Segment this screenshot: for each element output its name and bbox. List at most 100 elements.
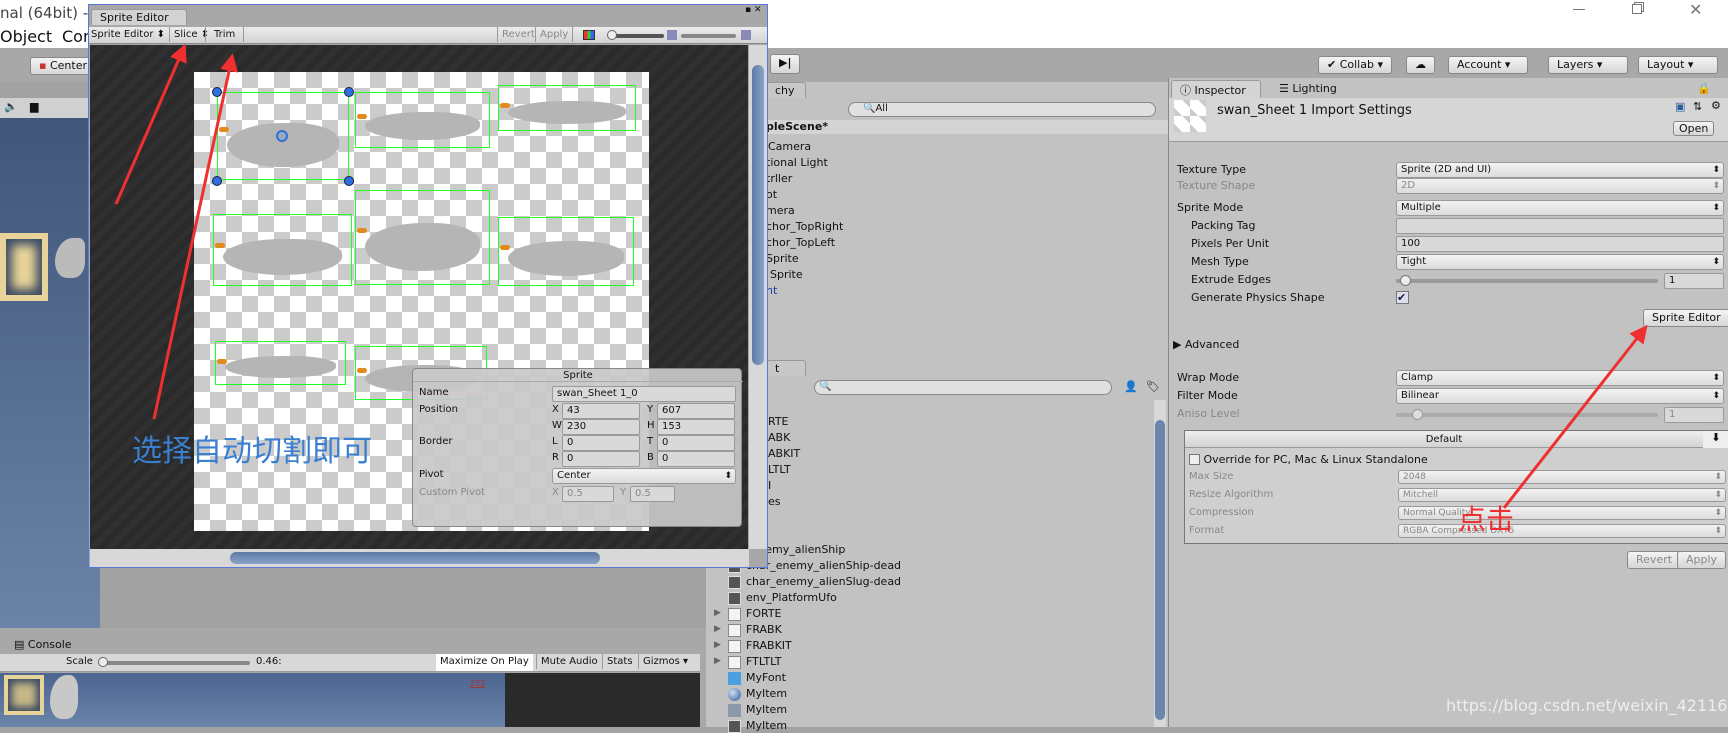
filter-type-icon[interactable]: 👤 bbox=[1124, 380, 1138, 393]
lock-icon[interactable]: 🔒 bbox=[1697, 82, 1711, 95]
preset-icon[interactable]: ⇅ bbox=[1693, 100, 1702, 113]
maximize-icon[interactable]: ▪ ✕ bbox=[745, 5, 762, 15]
hierarchy-item[interactable]: Sprite bbox=[766, 252, 799, 265]
maximize-on-play-toggle[interactable]: Maximize On Play bbox=[436, 654, 533, 671]
generate-physics-shape-checkbox[interactable]: ✔ bbox=[1396, 291, 1409, 304]
account-button[interactable]: Account ▾ bbox=[1448, 56, 1528, 74]
custom-pivot-y[interactable]: 0.5 bbox=[630, 486, 675, 502]
l-field[interactable]: 0 bbox=[562, 435, 640, 451]
cloud-button[interactable]: ☁ bbox=[1406, 56, 1435, 74]
expand-arrow-icon[interactable]: ▶ bbox=[714, 640, 721, 650]
platform-row-dropdown[interactable]: 2048 bbox=[1398, 470, 1726, 484]
restore-icon[interactable] bbox=[1632, 4, 1642, 14]
project-item[interactable]: MyItem bbox=[746, 703, 787, 716]
project-item[interactable]: FTLTLT bbox=[746, 655, 782, 668]
row-dropdown[interactable]: 2D bbox=[1396, 178, 1724, 194]
project-item[interactable]: ABKIT bbox=[768, 447, 800, 460]
slider-thumb[interactable] bbox=[98, 657, 108, 667]
name-field[interactable]: swan_Sheet 1_0 bbox=[552, 386, 736, 402]
sprite-rect[interactable] bbox=[355, 92, 490, 148]
slider-thumb[interactable] bbox=[607, 30, 617, 40]
scene-header[interactable]: pleScene* bbox=[766, 120, 1168, 134]
tab-sprite-editor[interactable]: Sprite Editor bbox=[91, 9, 187, 25]
vertical-scrollbar[interactable] bbox=[749, 45, 767, 549]
aniso-level-slider[interactable] bbox=[1396, 409, 1658, 420]
project-item[interactable]: char_enemy_alienSlug-dead bbox=[746, 575, 901, 588]
platform-tab-default[interactable]: Default bbox=[1185, 431, 1703, 448]
w-field[interactable]: 230 bbox=[562, 419, 640, 435]
collab-button[interactable]: ✔ Collab ▾ bbox=[1318, 56, 1392, 74]
project-item[interactable]: char_enemy_alienShip-dead bbox=[746, 559, 901, 572]
sprite-editor-button[interactable]: Sprite Editor bbox=[1643, 309, 1728, 327]
hierarchy-item[interactable]: Sprite bbox=[770, 268, 803, 281]
hierarchy-item[interactable]: chor_TopRight bbox=[766, 220, 843, 233]
color-channel-icon[interactable] bbox=[583, 30, 595, 40]
project-item[interactable]: LTLT bbox=[768, 463, 791, 476]
x-field[interactable]: 43 bbox=[562, 403, 640, 419]
hierarchy-item[interactable]: trller bbox=[766, 172, 792, 185]
resize-handle[interactable] bbox=[344, 87, 354, 97]
scale-slider[interactable] bbox=[98, 657, 250, 667]
revert-button[interactable]: Revert bbox=[1627, 551, 1682, 569]
help-icon[interactable]: ▣ bbox=[1675, 100, 1685, 113]
revert-button[interactable]: Revert bbox=[497, 27, 539, 42]
close-icon[interactable]: ✕ bbox=[1689, 0, 1702, 19]
step-button[interactable]: ▶| bbox=[770, 54, 801, 74]
center-button[interactable]: ▪ Center bbox=[30, 57, 96, 75]
row-dropdown[interactable]: Sprite (2D and UI) bbox=[1396, 162, 1724, 178]
project-item[interactable]: RTE bbox=[768, 415, 789, 428]
row-field[interactable]: 100 bbox=[1396, 236, 1724, 252]
scene-view[interactable]: 🔈 ▆ bbox=[0, 98, 100, 628]
zoom-slider[interactable] bbox=[607, 30, 664, 40]
filter-label-icon[interactable]: 🏷 bbox=[1146, 380, 1160, 393]
row-field[interactable] bbox=[1396, 218, 1724, 234]
project-item[interactable]: I bbox=[768, 479, 771, 492]
project-scrollbar[interactable] bbox=[1154, 400, 1166, 727]
hierarchy-item[interactable]: chor_TopLeft bbox=[766, 236, 835, 249]
y-field[interactable]: 607 bbox=[657, 403, 735, 419]
gear-icon[interactable]: ⚙ bbox=[1711, 99, 1721, 112]
tab-hierarchy[interactable]: chy bbox=[766, 82, 806, 98]
project-item[interactable]: FORTE bbox=[746, 607, 782, 620]
tab-lighting[interactable]: ☰ Lighting bbox=[1279, 82, 1337, 95]
row-dropdown[interactable]: Tight bbox=[1396, 254, 1724, 270]
platform-row-dropdown[interactable]: RGBA Compressed DXT5 bbox=[1398, 524, 1726, 538]
gizmos-dropdown[interactable]: Gizmos ▾ bbox=[638, 654, 692, 669]
extrude-edges-field[interactable]: 1 bbox=[1664, 273, 1724, 289]
project-item[interactable]: es bbox=[768, 495, 781, 508]
row-dropdown[interactable]: Bilinear bbox=[1396, 388, 1724, 404]
mip-slider[interactable] bbox=[681, 34, 736, 38]
tab-inspector[interactable]: ⓘ Inspector bbox=[1171, 80, 1261, 99]
h-field[interactable]: 153 bbox=[657, 419, 735, 435]
project-item[interactable]: ABK bbox=[768, 431, 790, 444]
trim-button[interactable]: Trim bbox=[205, 27, 245, 42]
platform-row-dropdown[interactable]: Mitchell bbox=[1398, 488, 1726, 502]
sprite-rect[interactable] bbox=[498, 217, 634, 286]
stats-toggle[interactable]: Stats bbox=[602, 654, 637, 669]
download-icon[interactable]: ⬇ bbox=[1703, 431, 1728, 448]
sprite-canvas[interactable]: Sprite Name swan_Sheet 1_0 Position X 43 Y… bbox=[90, 45, 748, 549]
row-dropdown[interactable]: Clamp bbox=[1396, 370, 1724, 386]
resize-handle[interactable] bbox=[212, 176, 222, 186]
project-item[interactable]: MyItem bbox=[746, 719, 787, 732]
layout-button[interactable]: Layout ▾ bbox=[1638, 56, 1718, 74]
open-button[interactable]: Open bbox=[1673, 121, 1715, 136]
mute-audio-toggle[interactable]: Mute Audio bbox=[536, 654, 602, 669]
row-dropdown[interactable]: Multiple bbox=[1396, 200, 1724, 216]
slider-thumb[interactable] bbox=[1412, 409, 1423, 420]
slider-thumb[interactable] bbox=[1400, 275, 1411, 286]
t-field[interactable]: 0 bbox=[657, 435, 735, 451]
advanced-foldout[interactable]: ▶ Advanced bbox=[1173, 338, 1239, 351]
project-item[interactable]: FRABK bbox=[746, 623, 782, 636]
tab-project[interactable]: t bbox=[766, 360, 806, 376]
hierarchy-item[interactable]: Camera bbox=[768, 140, 811, 153]
apply-button[interactable]: Apply bbox=[535, 27, 574, 42]
project-item[interactable]: FRABKIT bbox=[746, 639, 792, 652]
resize-handle[interactable] bbox=[344, 176, 354, 186]
platform-row-dropdown[interactable]: Normal Quality bbox=[1398, 506, 1726, 520]
hierarchy-item[interactable]: tional Light bbox=[766, 156, 828, 169]
b-field[interactable]: 0 bbox=[657, 451, 735, 467]
aniso-level-field[interactable]: 1 bbox=[1664, 407, 1724, 423]
project-item[interactable]: env_PlatformUfo bbox=[746, 591, 837, 604]
hierarchy-search[interactable]: 🔍All bbox=[848, 102, 1156, 117]
